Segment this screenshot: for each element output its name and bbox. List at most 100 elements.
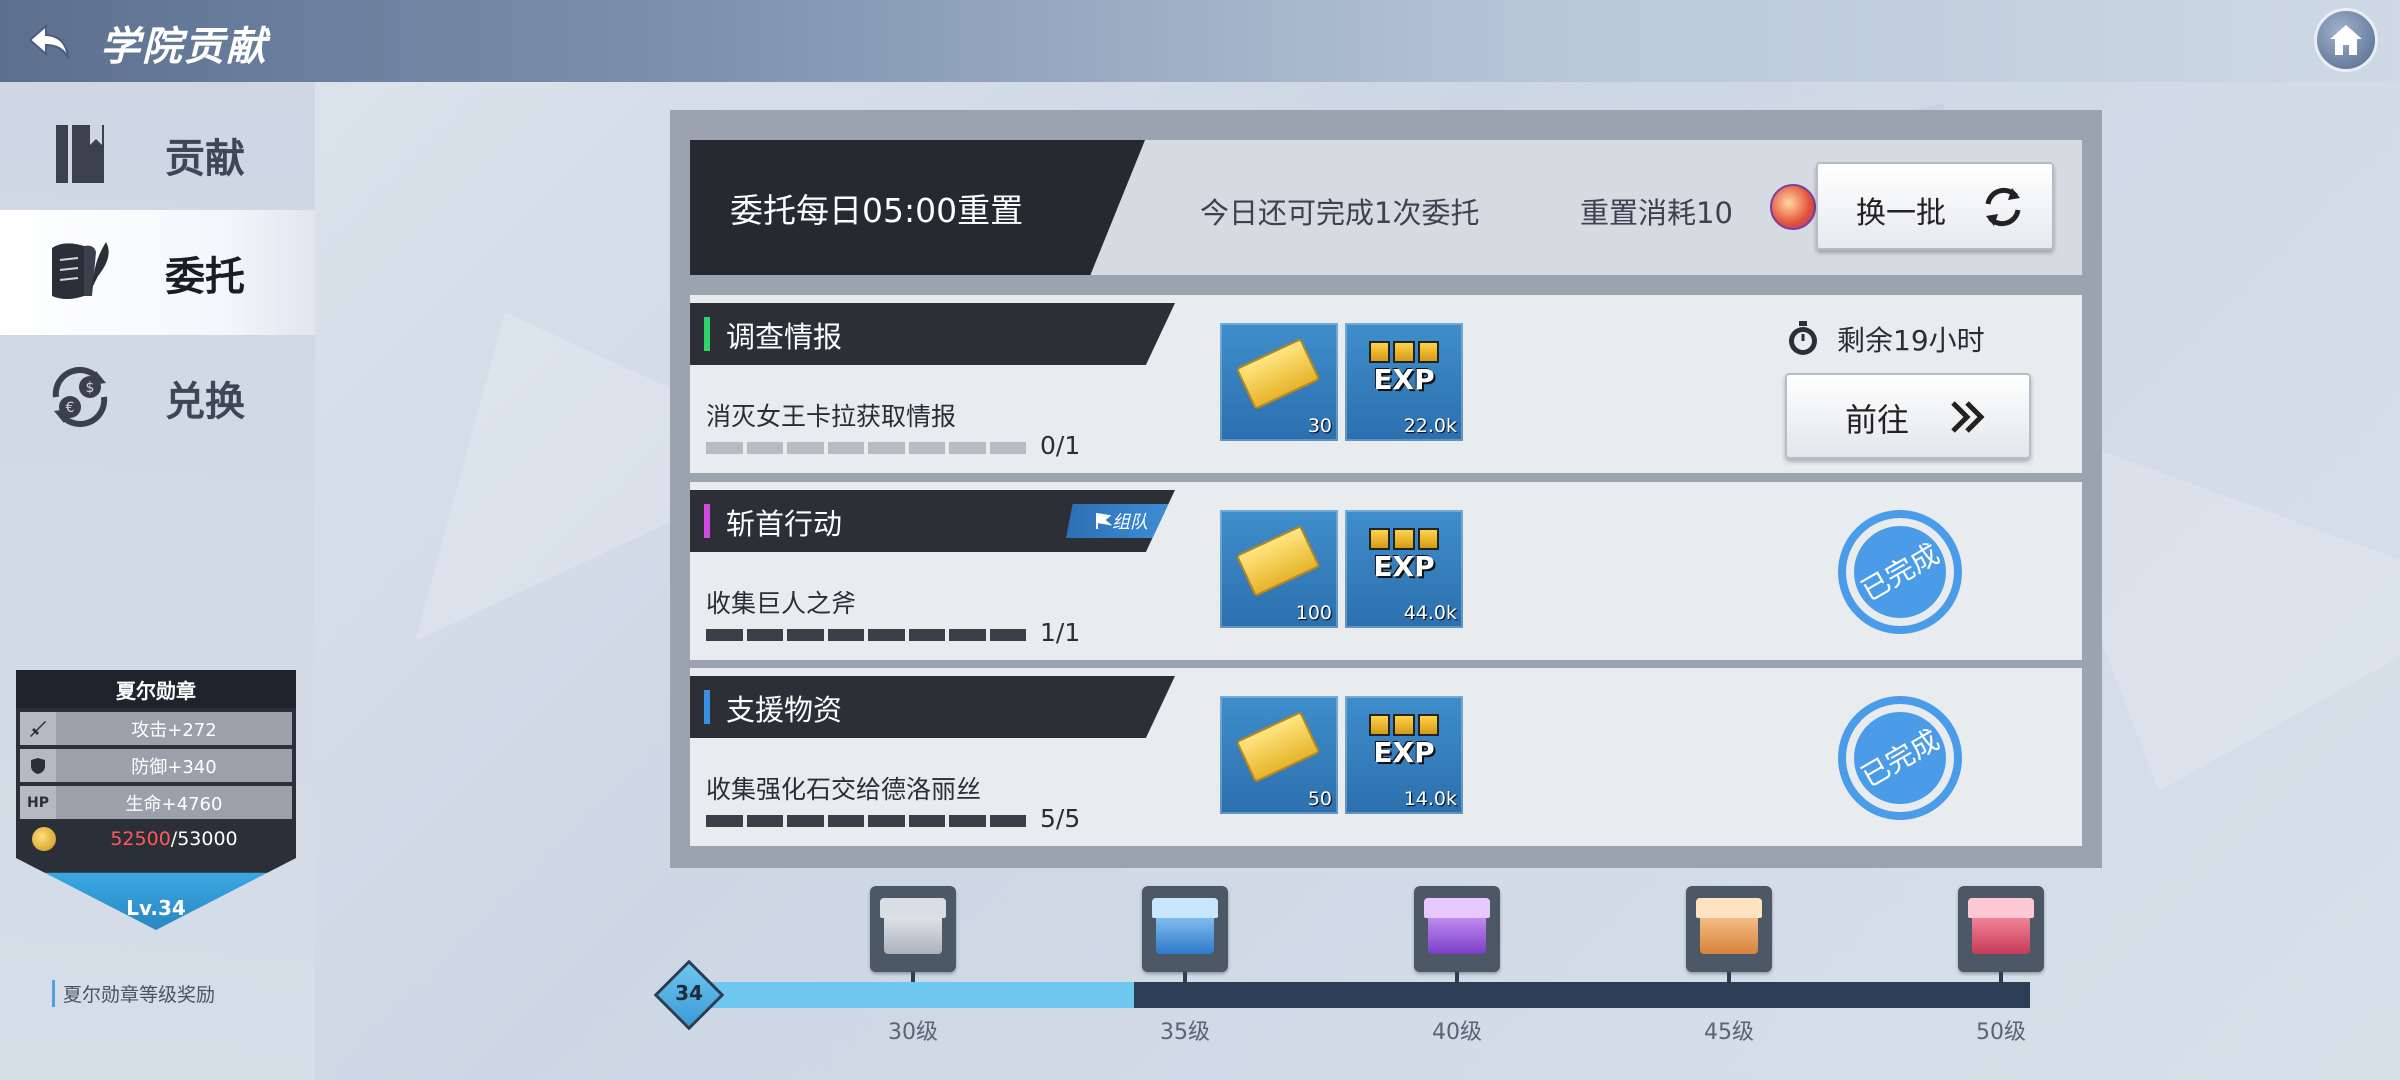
reward-exp[interactable]: EXP 22.0k	[1345, 323, 1463, 441]
stopwatch-icon	[1789, 321, 1817, 355]
task-description: 收集巨人之斧	[706, 589, 857, 618]
back-arrow-icon	[28, 23, 69, 59]
level-label: 35级	[1160, 1020, 1210, 1045]
coin-current: 52500	[110, 828, 171, 850]
completed-stamp: 已完成	[1830, 688, 1970, 828]
reward-chest-blue[interactable]	[1142, 886, 1228, 972]
task-row: 斩首行动 组队 收集巨人之斧 1/1 100 EXP 44.0k 已完成	[690, 482, 2082, 660]
reward-count: 22.0k	[1403, 415, 1457, 437]
reward-count: 50	[1307, 788, 1332, 810]
scroll-quill-icon	[40, 232, 120, 312]
task-progress-bar	[706, 629, 1026, 641]
completed-stamp: 已完成	[1830, 502, 1970, 642]
goto-label: 前往	[1845, 401, 1910, 439]
task-progress-bar	[706, 815, 1026, 827]
reward-ticket[interactable]: 100	[1220, 510, 1338, 628]
page-title: 学院贡献	[100, 24, 268, 70]
reset-text: 委托每日05:00重置	[730, 191, 1024, 230]
coin-total: /53000	[170, 828, 238, 850]
reward-count: 100	[1295, 602, 1332, 624]
task-progress-text: 1/1	[1040, 618, 1081, 647]
reward-chest-silver[interactable]	[870, 886, 956, 972]
hp-icon: HP	[20, 786, 56, 819]
exp-icon: EXP	[1369, 714, 1439, 776]
sidebar-item-contribution[interactable]: 贡献	[0, 92, 315, 217]
reward-exp[interactable]: EXP 14.0k	[1345, 696, 1463, 814]
remaining-text: 今日还可完成1次委托	[1200, 196, 1480, 230]
sidebar-item-commission[interactable]: 委托	[0, 210, 315, 335]
svg-text:$: $	[86, 380, 95, 396]
medal-reward-link[interactable]: 夏尔勋章等级奖励	[52, 980, 215, 1007]
medal-card[interactable]: 夏尔勋章 攻击+272 防御+340 HP 生命+4760 52500/5300…	[16, 670, 296, 960]
team-badge-label: 组队	[1112, 512, 1148, 533]
exp-icon: EXP	[1369, 341, 1439, 403]
refresh-icon	[1985, 187, 2021, 227]
reward-count: 44.0k	[1403, 602, 1457, 624]
medal-level: Lv.34	[126, 896, 186, 920]
level-track-fill	[700, 982, 1134, 1008]
shield-icon	[20, 749, 56, 782]
reward-ticket[interactable]: 30	[1220, 323, 1338, 441]
book-icon	[40, 114, 120, 194]
goto-button[interactable]: 前往	[1785, 373, 2031, 459]
currency-exchange-icon: $ €	[40, 357, 120, 437]
ticket-icon	[1235, 524, 1321, 598]
refresh-label: 换一批	[1856, 196, 1946, 231]
team-badge: 组队	[1066, 504, 1175, 538]
reward-chest-red[interactable]	[1958, 886, 2044, 972]
reward-chest-purple[interactable]	[1414, 886, 1500, 972]
reset-banner: 委托每日05:00重置	[690, 140, 1145, 275]
task-row: 支援物资 收集强化石交给德洛丽丝 5/5 50 EXP 14.0k 已完成	[690, 668, 2082, 846]
task-tag-color	[704, 317, 710, 351]
reward-exp[interactable]: EXP 44.0k	[1345, 510, 1463, 628]
stat-row-defense: 防御+340	[20, 749, 292, 782]
back-button[interactable]	[20, 12, 80, 72]
task-title: 斩首行动	[726, 507, 843, 541]
level-label: 45级	[1704, 1020, 1754, 1045]
sword-icon	[20, 712, 56, 745]
sidebar-item-exchange[interactable]: $ € 兑换	[0, 335, 315, 460]
current-level-value: 34	[675, 981, 703, 1005]
task-timer: 剩余19小时	[1785, 317, 1985, 361]
reset-cost-text: 重置消耗10	[1580, 196, 1733, 230]
level-label: 50级	[1976, 1020, 2026, 1045]
reward-chest-orange[interactable]	[1686, 886, 1772, 972]
level-reward-track: 34 30级 35级 40级 45级 50级	[653, 880, 2080, 1045]
level-label: 40级	[1432, 1020, 1482, 1045]
reward-count: 14.0k	[1403, 788, 1457, 810]
timer-text: 剩余19小时	[1837, 324, 1985, 357]
reward-ticket[interactable]: 50	[1220, 696, 1338, 814]
sidebar-item-label: 兑换	[165, 378, 245, 425]
task-progress-bar	[706, 442, 1026, 454]
task-title: 调查情报	[726, 320, 843, 354]
task-progress-text: 5/5	[1040, 804, 1081, 833]
medal-stats: 攻击+272 防御+340 HP 生命+4760 52500/53000	[16, 708, 296, 858]
stat-text: 防御+340	[131, 756, 217, 778]
medal-title: 夏尔勋章	[16, 670, 296, 708]
sidebar-item-label: 委托	[165, 253, 245, 300]
double-chevron-right-icon	[1951, 401, 1985, 433]
task-tag-color	[704, 504, 710, 538]
task-progress-text: 0/1	[1040, 431, 1081, 460]
stat-row-attack: 攻击+272	[20, 712, 292, 745]
token-icon	[1770, 184, 1816, 230]
medal-coin-progress: 52500/53000	[56, 828, 292, 850]
task-title: 支援物资	[726, 693, 843, 727]
svg-text:€: €	[66, 400, 75, 416]
ticket-icon	[1235, 337, 1321, 411]
task-tag-color	[704, 690, 710, 724]
ticket-icon	[1235, 710, 1321, 784]
reward-count: 30	[1307, 415, 1332, 437]
stat-row-hp: HP 生命+4760	[20, 786, 292, 819]
home-button[interactable]	[2314, 8, 2378, 72]
sidebar-item-label: 贡献	[165, 135, 245, 182]
refresh-button[interactable]: 换一批	[1816, 162, 2054, 250]
flag-icon	[1096, 513, 1112, 529]
medal-coin-row: 52500/53000	[20, 821, 292, 857]
stat-text: 生命+4760	[125, 793, 223, 815]
stat-text: 攻击+272	[131, 719, 217, 741]
commission-panel: 委托每日05:00重置 今日还可完成1次委托 重置消耗10 换一批 调查情报 消…	[670, 110, 2102, 868]
commission-header: 委托每日05:00重置 今日还可完成1次委托 重置消耗10 换一批	[690, 140, 2082, 275]
home-icon	[2330, 25, 2362, 55]
top-bar: 学院贡献	[0, 0, 2400, 82]
